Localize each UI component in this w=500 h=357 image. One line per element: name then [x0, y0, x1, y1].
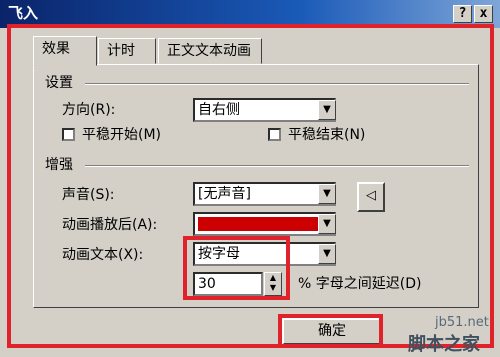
sound-value: [无声音]: [198, 186, 251, 202]
animation-text-label: 动画文本(X):: [62, 247, 144, 263]
after-animation-dropdown-arrow-icon[interactable]: ▼: [318, 214, 336, 234]
settings-section-label: 设置: [45, 75, 73, 91]
highlight-frame-ok: [278, 314, 383, 348]
enhancement-section-label: 增强: [45, 157, 73, 173]
smooth-start-label: 平稳开始(M): [82, 127, 162, 143]
tab-effect[interactable]: 效果: [33, 36, 97, 66]
letter-delay-suffix: % 字母之间延迟(D): [298, 276, 422, 292]
direction-dropdown-arrow-icon[interactable]: ▼: [318, 100, 336, 120]
direction-value: 自右侧: [198, 102, 240, 118]
direction-label: 方向(R):: [62, 102, 116, 118]
after-animation-label: 动画播放后(A):: [62, 217, 158, 233]
after-animation-color-swatch: [198, 217, 331, 231]
smooth-end-label: 平稳结束(N): [288, 127, 366, 143]
sound-select[interactable]: [无声音]: [193, 182, 336, 206]
settings-divider: [85, 83, 469, 85]
tab-text-animation[interactable]: 正文文本动画: [158, 38, 262, 64]
animation-text-dropdown-arrow-icon[interactable]: ▼: [318, 244, 336, 264]
enhancement-divider: [85, 165, 469, 167]
tab-timing[interactable]: 计时: [98, 38, 156, 64]
watermark-brand: 脚本之家: [408, 334, 480, 355]
close-button[interactable]: x: [474, 5, 493, 23]
sound-label: 声音(S):: [62, 187, 115, 203]
animation-effect-dialog: 飞入 ? x 效果 计时 正文文本动画 设置 方向(R): 自右侧 ▼ 平稳开始…: [0, 0, 500, 357]
speaker-icon[interactable]: ◁: [357, 182, 385, 212]
smooth-end-checkbox[interactable]: [268, 128, 281, 141]
highlight-frame-animation-text: [183, 236, 290, 300]
dialog-title: 飞入: [8, 4, 39, 22]
watermark-site: jb51.net: [435, 315, 489, 330]
direction-select[interactable]: 自右侧: [193, 98, 336, 122]
sound-dropdown-arrow-icon[interactable]: ▼: [318, 184, 336, 204]
help-button[interactable]: ?: [453, 5, 472, 23]
smooth-start-checkbox[interactable]: [62, 128, 75, 141]
after-animation-select[interactable]: [193, 212, 336, 236]
